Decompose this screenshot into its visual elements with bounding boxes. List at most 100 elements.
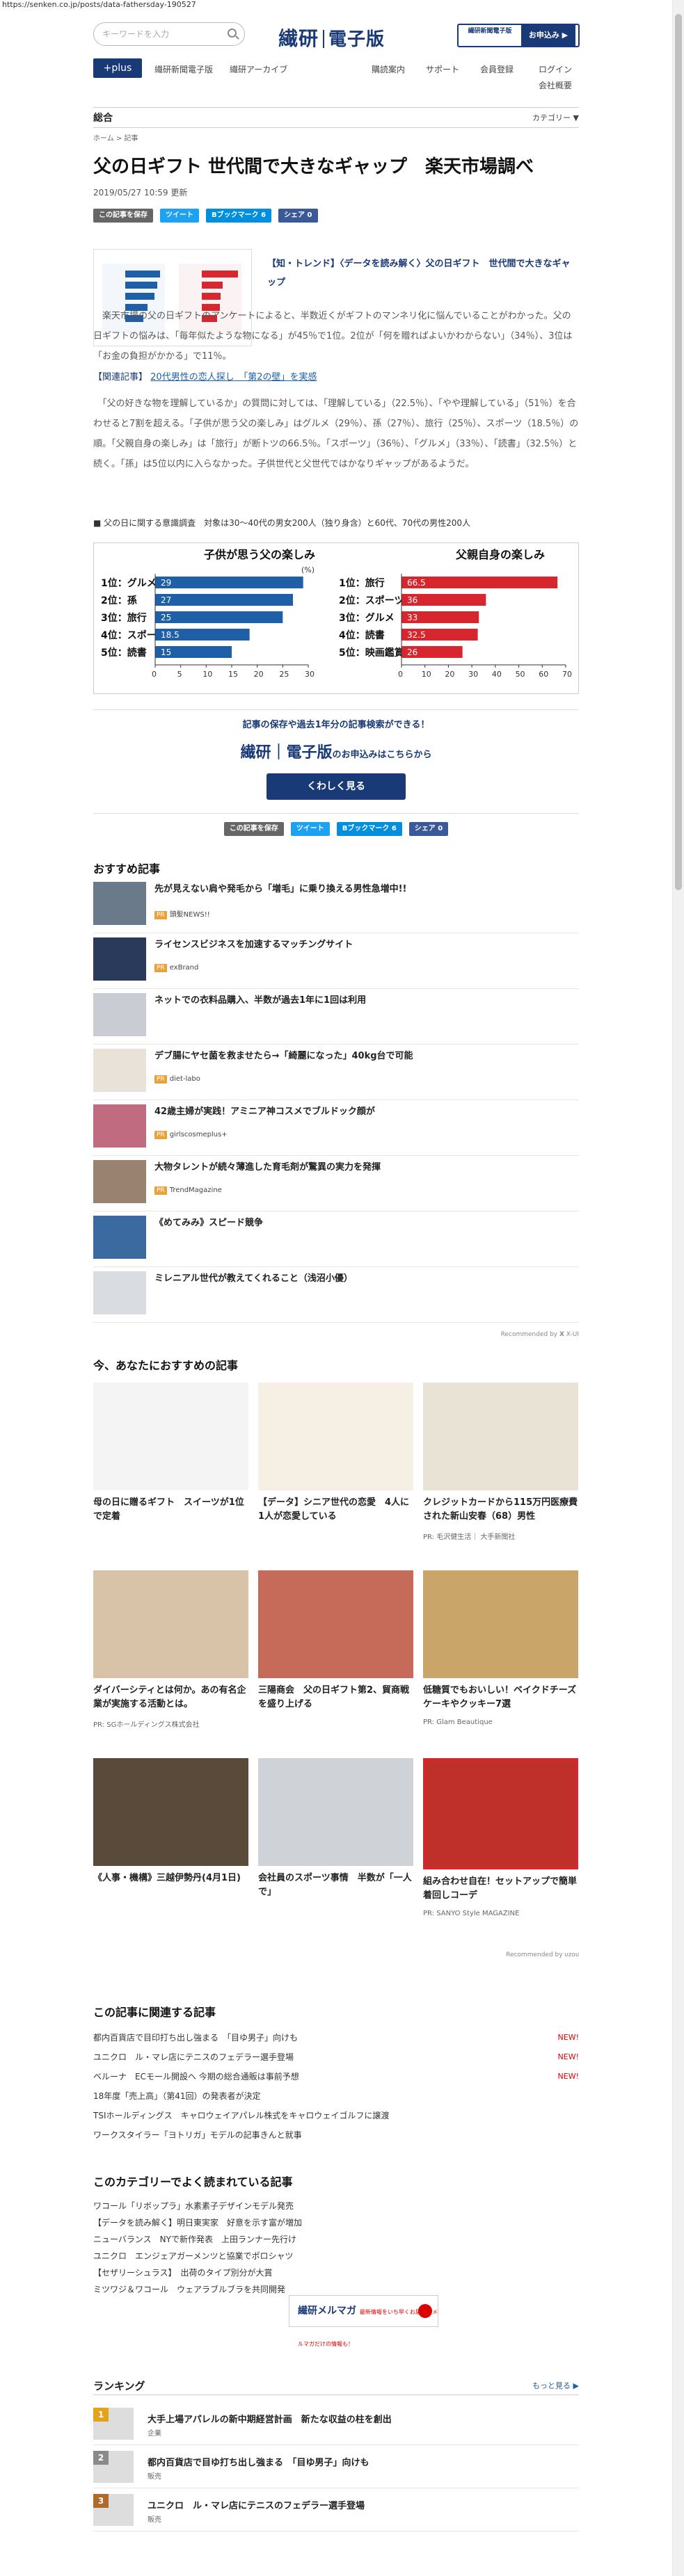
for-you-card[interactable]: 三陽商会 父の日ギフト第2、貿商戦を盛り上げる (258, 1570, 413, 1712)
related-item[interactable]: ユニクロ ル・マレ店にテニスのフェデラー選手登場 NEW! (93, 2047, 579, 2067)
related-article-link[interactable]: 20代男性の恋人探し 「第2の壁」を実感 (150, 372, 317, 383)
for-you-card[interactable]: 【データ】シニア世代の恋愛 4人に1人が恋愛している (258, 1383, 413, 1524)
for-you-card-image[interactable] (93, 1383, 248, 1490)
for-you-card-image[interactable] (258, 1758, 413, 1866)
recommended-item[interactable]: 《めてみみ》スピード競争 (93, 1211, 579, 1267)
tweet-button[interactable]: ツイート (160, 209, 199, 223)
ranking-item-title[interactable]: 大手上場アパレルの新中期経営計画 新たな収益の柱を創出 (148, 2412, 392, 2425)
recommended-thumbnail[interactable] (93, 1271, 146, 1314)
related-item-title[interactable]: TSIホールディングス キャロウェイアパレル株式をキャロウェイゴルフに譲渡 (93, 2111, 389, 2120)
nav-company[interactable]: 会社概要 (539, 81, 572, 90)
plus-button[interactable]: +plus (93, 58, 142, 78)
popular-item-title[interactable]: ミツワジ＆ワコール ウェアラブルブラを共同開発 (93, 2285, 285, 2294)
for-you-card-title[interactable]: 【データ】シニア世代の恋愛 4人に1人が恋愛している (258, 1496, 413, 1524)
facebook-share-button-bottom[interactable]: シェア 0 (408, 822, 449, 836)
nav-e-paper[interactable]: 繊研新聞電子版 (154, 63, 213, 75)
recommended-item-title[interactable]: ライセンスビジネスを加速するマッチングサイト (154, 939, 353, 951)
nav-support[interactable]: サポート (426, 63, 459, 75)
recommended-item[interactable]: デブ腸にヤセ菌を救ませたら→「綺麗になった」40kg台で可能 PR diet-lab… (93, 1045, 579, 1100)
nav-register[interactable]: 会員登録 (480, 63, 514, 75)
for-you-recommended-by[interactable]: Recommended by ᴜᴢᴏᴜ (93, 1951, 579, 1958)
ranking-more-link[interactable]: もっと見る ▶ (532, 2380, 579, 2391)
related-item-title[interactable]: 都内百貨店で目印打ち出し強まる 「目ゆ男子」向けも (93, 2033, 298, 2043)
popular-item-title[interactable]: ワコール「リボップラ」水素素子デザインモデル発売 (93, 2201, 294, 2211)
for-you-card-title[interactable]: 三陽商会 父の日ギフト第2、貿商戦を盛り上げる (258, 1684, 413, 1712)
related-item-title[interactable]: ワークスタイラー「ヨトリガ」モデルの記事きんと就事 (93, 2130, 302, 2140)
for-you-card[interactable]: 会社員のスポーツ事情 半数が「一人で」 (258, 1758, 413, 1899)
save-article-button-bottom[interactable]: この記事を保存 (223, 822, 284, 836)
recommended-item-title[interactable]: 大物タレントが続々薄進した育毛剤が驚異の実力を発揮 (154, 1161, 381, 1174)
related-item[interactable]: 都内百貨店で目印打ち出し強まる 「目ゆ男子」向けも NEW! (93, 2028, 579, 2047)
recommended-thumbnail[interactable] (93, 1049, 146, 1092)
recommended-thumbnail[interactable] (93, 882, 146, 925)
recommended-item-title[interactable]: 先が見えない肩や発毛から「増毛」に乗り換える男性急増中!! (154, 883, 406, 896)
category-dropdown[interactable]: カテゴリー ▼ (532, 108, 579, 129)
recommended-item[interactable]: ライセンスビジネスを加速するマッチングサイト PR exBrand (93, 933, 579, 989)
for-you-card-title[interactable]: 組み合わせ自在！セットアップで簡単着回しコーデ (423, 1875, 578, 1903)
recommended-thumbnail[interactable] (93, 1160, 146, 1203)
newsletter-banner[interactable]: 繊研メルマガ 最新情報をいち早くお届け！メルマガだけの情報も！ (289, 2295, 438, 2347)
facebook-share-button[interactable]: シェア 0 (278, 209, 318, 223)
related-item-title[interactable]: ユニクロ ル・マレ店にテニスのフェデラー選手登場 (93, 2052, 294, 2062)
nav-login[interactable]: ログイン (539, 63, 572, 75)
for-you-card-image[interactable] (423, 1758, 578, 1869)
recommended-thumbnail[interactable] (93, 1216, 146, 1259)
for-you-card-image[interactable] (423, 1383, 578, 1490)
recommended-thumbnail[interactable] (93, 937, 146, 981)
ranking-item-title[interactable]: ユニクロ ル・マレ店にテニスのフェデラー選手登場 (148, 2498, 365, 2511)
ranking-item-title[interactable]: 都内百貨店で目ゆ打ち出し強まる 「目ゆ男子」向けも (148, 2455, 369, 2468)
promo-more-button[interactable]: くわしく見る (267, 773, 406, 800)
recommended-item-title[interactable]: ネットでの衣料品購入、半数が過去1年に1回は利用 (154, 995, 366, 1007)
breadcrumb[interactable]: ホーム > 記事 (93, 132, 579, 143)
for-you-card[interactable]: 組み合わせ自在！セットアップで簡単着回しコーデ PR: SANYO Style M… (423, 1758, 578, 1917)
related-item-title[interactable]: 18年度「売上高」（第41回）の発表者が決定 (93, 2091, 261, 2101)
popular-item-title[interactable]: 【データを読み解く】明日東実家 好意を示す富が増加 (93, 2218, 302, 2228)
related-item[interactable]: ワークスタイラー「ヨトリガ」モデルの記事きんと就事 (93, 2125, 579, 2145)
nav-subscription[interactable]: 購読案内 (372, 63, 405, 75)
popular-item-title[interactable]: ニューバランス NYで新作発表 上田ランナー先行け (93, 2235, 296, 2244)
recommended-item[interactable]: 大物タレントが続々薄進した育毛剤が驚異の実力を発揮 PR TrendMagazine (93, 1156, 579, 1211)
related-item[interactable]: 18年度「売上高」（第41回）の発表者が決定 (93, 2086, 579, 2106)
nav-archive[interactable]: 繊研アーカイブ (230, 63, 287, 75)
popular-item-title[interactable]: ユニクロ エンジェアガーメンツと協業でポロシャツ (93, 2251, 294, 2261)
for-you-card-image[interactable] (423, 1570, 578, 1678)
recommended-thumbnail[interactable] (93, 993, 146, 1036)
ranking-item[interactable]: 1 大手上場アパレルの新中期経営計画 新たな収益の柱を創出 企業 (93, 2402, 579, 2445)
for-you-card-image[interactable] (93, 1758, 248, 1866)
for-you-card-title[interactable]: 低糖質でもおいしい！ベイクドチーズケーキやクッキー7選 (423, 1684, 578, 1712)
for-you-card-image[interactable] (93, 1570, 248, 1678)
recommended-item-title[interactable]: 42歳主婦が実践！アミニア神コスメでブルドック顔が (154, 1106, 375, 1118)
subscribe-button[interactable]: お申込み ▶ (521, 25, 575, 46)
subscribe-banner[interactable]: 繊研新聞電子版 お申込み ▶ (457, 24, 580, 47)
related-item-title[interactable]: ベルーナ ECモール開設へ 今期の総合通販は事前予想 (93, 2072, 299, 2082)
for-you-card-title[interactable]: 母の日に贈るギフト スイーツが1位で定着 (93, 1496, 248, 1524)
for-you-card-title[interactable]: ダイバーシティとは何か。あの有名企業が実施する活動とは。 (93, 1684, 248, 1712)
recommended-item[interactable]: 42歳主婦が実践！アミニア神コスメでブルドック顔が PR girlscosmeplu… (93, 1100, 579, 1156)
ranking-item[interactable]: 3 ユニクロ ル・マレ店にテニスのフェデラー選手登場 販売 (93, 2488, 579, 2531)
scrollbar[interactable] (672, 0, 684, 2576)
related-item[interactable]: TSIホールディングス キャロウェイアパレル株式をキャロウェイゴルフに譲渡 (93, 2106, 579, 2125)
popular-item-title[interactable]: 【セザリーシュラス】 出荷のタイプ別分が大賞 (93, 2268, 273, 2278)
search-icon[interactable] (228, 29, 237, 38)
recommended-item[interactable]: ミレニアル世代が教えてくれること（浅沼小優） (93, 1267, 579, 1323)
scrollbar-thumb[interactable] (675, 14, 682, 890)
tweet-button-bottom[interactable]: ツイート (290, 822, 330, 836)
hatena-bookmark-button[interactable]: Bブックマーク 6 (206, 209, 272, 223)
recommended-by[interactable]: Recommended by 𝗫 X-UI (93, 1331, 579, 1338)
for-you-card[interactable]: クレジットカードから115万円医療費された新山安春（68）男性 PR: 毛沢健生活… (423, 1383, 578, 1541)
hatena-bookmark-button-bottom[interactable]: Bブックマーク 6 (336, 822, 402, 836)
save-article-button[interactable]: この記事を保存 (93, 209, 153, 223)
for-you-card-image[interactable] (258, 1570, 413, 1678)
ranking-item[interactable]: 2 都内百貨店で目ゆ打ち出し強まる 「目ゆ男子」向けも 販売 (93, 2445, 579, 2488)
recommended-item[interactable]: ネットでの衣料品購入、半数が過去1年に1回は利用 (93, 989, 579, 1045)
for-you-card[interactable]: ダイバーシティとは何か。あの有名企業が実施する活動とは。 PR: SGホールディン… (93, 1570, 248, 1729)
for-you-card[interactable]: 母の日に贈るギフト スイーツが1位で定着 (93, 1383, 248, 1524)
recommended-item-title[interactable]: ミレニアル世代が教えてくれること（浅沼小優） (154, 1273, 353, 1285)
for-you-card-title[interactable]: 《人事・機構》三越伊勢丹(4月1日) (93, 1871, 248, 1885)
recommended-item-title[interactable]: 《めてみみ》スピード競争 (154, 1217, 263, 1230)
for-you-card-title[interactable]: クレジットカードから115万円医療費された新山安春（68）男性 (423, 1496, 578, 1524)
search-input[interactable]: キーワードを入力 (93, 22, 245, 46)
address-bar[interactable]: https://senken.co.jp/posts/data-fathersd… (0, 0, 684, 10)
recommended-item[interactable]: 先が見えない肩や発毛から「増毛」に乗り換える男性急増中!! PR 頭髪NEWS!! (93, 878, 579, 933)
site-logo[interactable]: 繊研 電子版 (278, 24, 385, 51)
